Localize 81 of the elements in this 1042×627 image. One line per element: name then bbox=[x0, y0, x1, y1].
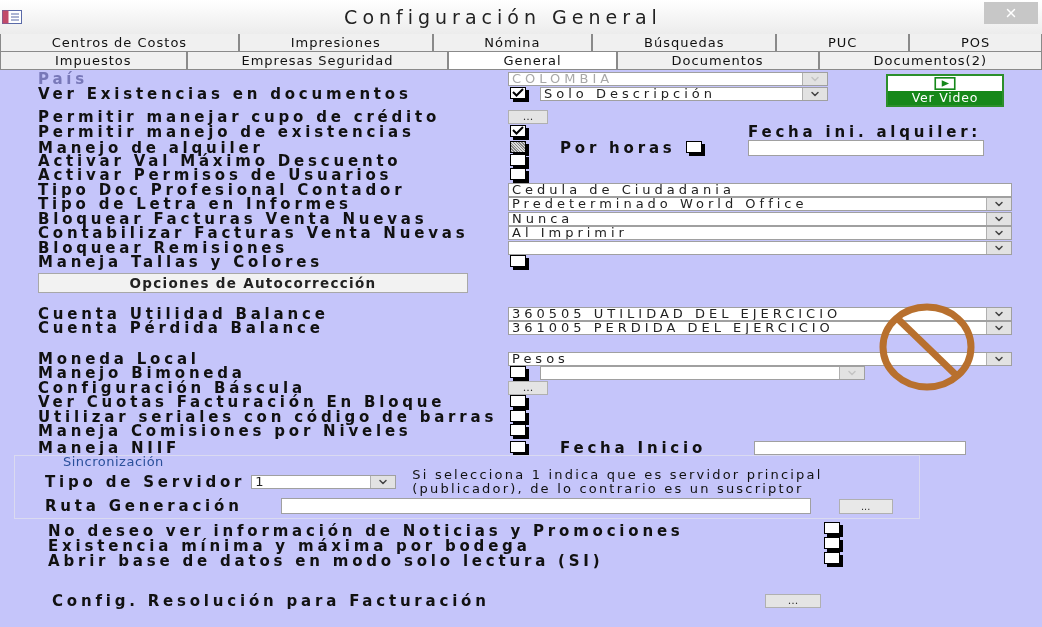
field-label: Existencia mínima y máxima por bodega bbox=[48, 538, 531, 553]
field-label: Utilizar seriales con código de barras bbox=[38, 409, 499, 424]
field-label: Tipo de Letra en Informes bbox=[38, 197, 352, 212]
field-label: Config. Resolución para Facturación bbox=[52, 594, 491, 608]
check-icon bbox=[512, 126, 524, 136]
field-label: Tipo Doc Profesional Contador bbox=[38, 182, 407, 197]
field-label: Abrir base de datos en modo solo lectura (SI) bbox=[48, 553, 605, 568]
checkbox[interactable] bbox=[510, 366, 526, 379]
field-label: Ver Cuotas Facturación En Bloque bbox=[38, 395, 446, 410]
combo-box[interactable]: Nunca bbox=[508, 211, 1012, 226]
field-label: Por horas bbox=[560, 139, 676, 157]
tab[interactable]: Búsquedas bbox=[592, 34, 777, 52]
tab[interactable]: POS bbox=[909, 34, 1042, 52]
checkbox[interactable] bbox=[510, 395, 526, 408]
field-label: Maneja NIIF bbox=[38, 440, 182, 455]
window-title: Configuración General bbox=[343, 6, 663, 28]
tab[interactable]: Empresas Seguridad bbox=[186, 52, 449, 70]
checkbox[interactable] bbox=[824, 522, 840, 534]
combo-box[interactable]: Predeterminado World Office bbox=[508, 197, 1012, 212]
field-label: Tipo de Servidor bbox=[45, 475, 246, 489]
text-field[interactable] bbox=[754, 440, 967, 455]
app-icon bbox=[2, 10, 22, 24]
tab[interactable]: Centros de Costos bbox=[0, 34, 239, 52]
group-legend: Sincronización bbox=[63, 456, 919, 468]
field-label: Ver Existencias en documentos bbox=[38, 86, 413, 101]
tab[interactable]: Impuestos bbox=[0, 52, 187, 70]
prohibition-icon bbox=[878, 302, 976, 392]
ellipsis-button[interactable]: ... bbox=[765, 594, 821, 608]
combo-box[interactable]: 360505 UTILIDAD DEL EJERCICIO bbox=[508, 306, 1012, 321]
ellipsis-button[interactable]: ... bbox=[838, 498, 893, 514]
field-label: Maneja Comisiones por Niveles bbox=[38, 424, 413, 439]
field-label: No deseo ver información de Noticias y Promociones bbox=[48, 523, 685, 538]
field-label: Ruta Generación bbox=[45, 499, 243, 513]
field-label: Moneda Local bbox=[38, 351, 200, 366]
check-icon bbox=[512, 88, 524, 98]
field-label: Manejo Bimoneda bbox=[38, 366, 246, 381]
checkbox[interactable] bbox=[510, 168, 526, 181]
field-label: Fecha Inicio bbox=[560, 438, 707, 457]
tab[interactable]: Documentos(2) bbox=[818, 52, 1042, 70]
checkbox[interactable] bbox=[510, 86, 526, 99]
play-icon bbox=[932, 77, 958, 90]
checkbox[interactable] bbox=[510, 255, 526, 268]
checkbox[interactable] bbox=[510, 141, 526, 153]
field-label: Configuración Báscula bbox=[38, 380, 306, 395]
field-label: Fecha ini. alquiler: bbox=[748, 124, 983, 139]
video-button[interactable]: Ver Video bbox=[886, 74, 1004, 107]
tab[interactable]: PUC bbox=[776, 34, 910, 52]
checkbox[interactable] bbox=[685, 141, 702, 153]
tab[interactable]: General bbox=[448, 52, 617, 70]
combo-box[interactable]: Al Imprimir bbox=[508, 226, 1012, 241]
help-note: Si selecciona 1 indica que es servidor principal (publicador), de lo contrario es un suscriptor bbox=[412, 468, 824, 496]
field-label: Permitir manejo de existencias bbox=[38, 124, 416, 139]
field-label: Bloquear Remisiones bbox=[38, 240, 289, 255]
field-label: Permitir manejar cupo de crédito bbox=[38, 110, 442, 125]
tab[interactable]: Impresiones bbox=[238, 34, 433, 52]
ellipsis-button[interactable]: ... bbox=[508, 380, 548, 395]
field-label: Cuenta Pérdida Balance bbox=[38, 321, 325, 336]
ellipsis-button[interactable]: ... bbox=[508, 110, 548, 125]
checkbox[interactable] bbox=[510, 440, 526, 453]
field-label: Activar Permisos de Usuarios bbox=[38, 168, 393, 183]
tab[interactable]: Nómina bbox=[432, 34, 593, 52]
text-field[interactable]: Cedula de Ciudadania bbox=[508, 182, 1012, 197]
field-label: Manejo de alquiler bbox=[38, 141, 264, 155]
checkbox[interactable] bbox=[510, 424, 526, 437]
autocorrect-button[interactable]: Opciones de Autocorrección bbox=[38, 272, 468, 293]
combo-box[interactable]: 361005 PERDIDA DEL EJERCICIO bbox=[508, 321, 1012, 336]
combo-box[interactable]: 1 bbox=[251, 475, 397, 489]
date-field[interactable] bbox=[748, 140, 984, 156]
checkbox[interactable] bbox=[510, 124, 526, 137]
field-label: Cuenta Utilidad Balance bbox=[38, 306, 330, 321]
field-label: Bloquear Facturas Venta Nuevas bbox=[38, 211, 428, 226]
field-label: País bbox=[38, 72, 88, 87]
field-label: Contabilizar Facturas Venta Nuevas bbox=[38, 226, 470, 241]
tab[interactable]: Documentos bbox=[616, 52, 819, 70]
field-label: Maneja Tallas y Colores bbox=[38, 255, 325, 270]
checkbox[interactable] bbox=[824, 537, 840, 549]
combo-box[interactable]: Solo Descripción bbox=[540, 86, 828, 101]
text-field[interactable] bbox=[280, 498, 811, 514]
combo-box[interactable]: Pesos bbox=[508, 351, 1012, 366]
checkbox[interactable] bbox=[824, 552, 840, 564]
close-icon bbox=[1004, 6, 1018, 20]
